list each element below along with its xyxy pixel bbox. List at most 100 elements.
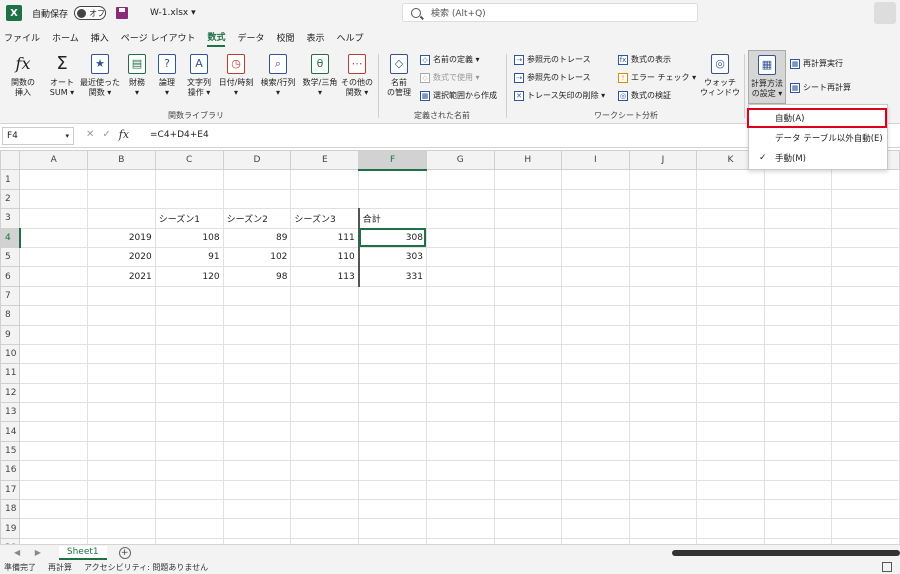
cell-M8[interactable] bbox=[831, 305, 900, 326]
column-header-J[interactable]: J bbox=[628, 150, 698, 171]
cell-B19[interactable] bbox=[87, 518, 156, 539]
cell-L8[interactable] bbox=[763, 305, 833, 326]
column-header-F[interactable]: F bbox=[358, 150, 427, 171]
cell-D18[interactable] bbox=[222, 499, 292, 520]
formula-input[interactable]: =C4+D4+E4 bbox=[150, 130, 209, 140]
cell-K17[interactable] bbox=[696, 479, 765, 501]
cell-G8[interactable] bbox=[425, 305, 495, 326]
cell-F15[interactable] bbox=[358, 440, 427, 462]
column-header-C[interactable]: C bbox=[154, 150, 224, 171]
tab-7[interactable]: 表示 bbox=[307, 29, 325, 46]
cell-D10[interactable] bbox=[222, 343, 292, 365]
cell-A3[interactable] bbox=[19, 208, 89, 229]
cell-B10[interactable] bbox=[87, 343, 156, 365]
cell-D7[interactable] bbox=[222, 285, 292, 307]
row-header-5[interactable]: 5 bbox=[0, 246, 21, 268]
cell-J4[interactable] bbox=[628, 227, 698, 248]
cell-M13[interactable] bbox=[831, 402, 900, 423]
cell-G7[interactable] bbox=[425, 285, 495, 307]
cell-D15[interactable] bbox=[222, 440, 292, 462]
cell-B5[interactable]: 2020 bbox=[87, 246, 156, 268]
row-header-14[interactable]: 14 bbox=[0, 421, 21, 442]
cell-I15[interactable] bbox=[561, 440, 630, 462]
cell-H12[interactable] bbox=[493, 382, 563, 404]
calc-option-1[interactable]: データ テーブル以外自動(E) bbox=[749, 128, 887, 148]
cell-H15[interactable] bbox=[493, 440, 563, 462]
cell-H8[interactable] bbox=[493, 305, 563, 326]
calc-now-button[interactable]: ▦ 再計算実行 bbox=[790, 58, 843, 69]
cell-C4[interactable]: 108 bbox=[154, 227, 224, 248]
column-header-H[interactable]: H bbox=[493, 150, 563, 171]
cell-J14[interactable] bbox=[628, 421, 698, 442]
cell-F9[interactable] bbox=[358, 324, 427, 345]
cell-A7[interactable] bbox=[19, 285, 89, 307]
cell-E3[interactable]: シーズン3 bbox=[290, 208, 360, 229]
cell-L13[interactable] bbox=[763, 402, 833, 423]
cell-B6[interactable]: 2021 bbox=[87, 266, 156, 287]
cell-A14[interactable] bbox=[19, 421, 89, 442]
tab-2[interactable]: 挿入 bbox=[91, 29, 109, 46]
cell-E16[interactable] bbox=[290, 460, 360, 481]
enter-icon[interactable]: ✓ bbox=[102, 129, 110, 140]
row-header-11[interactable]: 11 bbox=[0, 363, 21, 384]
define-name-button[interactable]: ◇ 名前の定義 ▾ bbox=[420, 54, 480, 65]
cell-B14[interactable] bbox=[87, 421, 156, 442]
cell-E9[interactable] bbox=[290, 324, 360, 345]
cell-J11[interactable] bbox=[628, 363, 698, 384]
cell-D11[interactable] bbox=[222, 363, 292, 384]
cell-K9[interactable] bbox=[696, 324, 765, 345]
cell-K13[interactable] bbox=[696, 402, 765, 423]
cell-B12[interactable] bbox=[87, 382, 156, 404]
cell-H9[interactable] bbox=[493, 324, 563, 345]
cell-M16[interactable] bbox=[831, 460, 900, 481]
cell-H16[interactable] bbox=[493, 460, 563, 481]
more-functions-button[interactable]: ⋯ その他の 関数 ▾ bbox=[340, 52, 374, 98]
save-icon[interactable] bbox=[116, 7, 129, 19]
cell-K18[interactable] bbox=[696, 499, 765, 520]
cell-J13[interactable] bbox=[628, 402, 698, 423]
cell-C15[interactable] bbox=[154, 440, 224, 462]
logical-button[interactable]: ? 論理 ▾ bbox=[154, 52, 180, 98]
row-header-8[interactable]: 8 bbox=[0, 305, 21, 326]
cell-H19[interactable] bbox=[493, 518, 563, 539]
cell-G3[interactable] bbox=[425, 208, 495, 229]
cell-J6[interactable] bbox=[628, 266, 698, 287]
cell-F8[interactable] bbox=[358, 305, 427, 326]
cell-A1[interactable] bbox=[19, 169, 89, 190]
column-header-G[interactable]: G bbox=[425, 150, 495, 171]
search-input[interactable]: 検索 (Alt+Q) bbox=[402, 3, 698, 22]
tab-0[interactable]: ファイル bbox=[4, 29, 40, 46]
cell-F10[interactable] bbox=[358, 343, 427, 365]
cell-M5[interactable] bbox=[831, 246, 900, 268]
cell-G6[interactable] bbox=[425, 266, 495, 287]
cell-F17[interactable] bbox=[358, 479, 427, 501]
cell-F5[interactable]: 303 bbox=[358, 246, 427, 268]
cell-M2[interactable] bbox=[831, 188, 900, 210]
cell-M17[interactable] bbox=[831, 479, 900, 501]
row-header-15[interactable]: 15 bbox=[0, 440, 21, 462]
cell-J9[interactable] bbox=[628, 324, 698, 345]
cell-H4[interactable] bbox=[493, 227, 563, 248]
cell-I14[interactable] bbox=[561, 421, 630, 442]
cell-B17[interactable] bbox=[87, 479, 156, 501]
name-box[interactable]: F4 ▾ bbox=[2, 127, 74, 145]
cell-L17[interactable] bbox=[763, 479, 833, 501]
cell-F7[interactable] bbox=[358, 285, 427, 307]
cell-A8[interactable] bbox=[19, 305, 89, 326]
sheet-nav-arrows-icon[interactable]: ◀ ▶ bbox=[14, 548, 47, 557]
cell-B11[interactable] bbox=[87, 363, 156, 384]
status-accessibility[interactable]: アクセシビリティ: 問題ありません bbox=[84, 562, 208, 573]
cell-B9[interactable] bbox=[87, 324, 156, 345]
cell-D3[interactable]: シーズン2 bbox=[222, 208, 292, 229]
cell-L4[interactable] bbox=[763, 227, 833, 248]
tab-1[interactable]: ホーム bbox=[52, 29, 79, 46]
cell-L7[interactable] bbox=[763, 285, 833, 307]
cell-D12[interactable] bbox=[222, 382, 292, 404]
cell-B7[interactable] bbox=[87, 285, 156, 307]
cell-G19[interactable] bbox=[425, 518, 495, 539]
account-avatar[interactable] bbox=[874, 2, 896, 24]
tab-4[interactable]: 数式 bbox=[207, 28, 226, 47]
math-button[interactable]: θ 数学/三角 ▾ bbox=[300, 52, 340, 98]
cell-C17[interactable] bbox=[154, 479, 224, 501]
cell-M11[interactable] bbox=[831, 363, 900, 384]
